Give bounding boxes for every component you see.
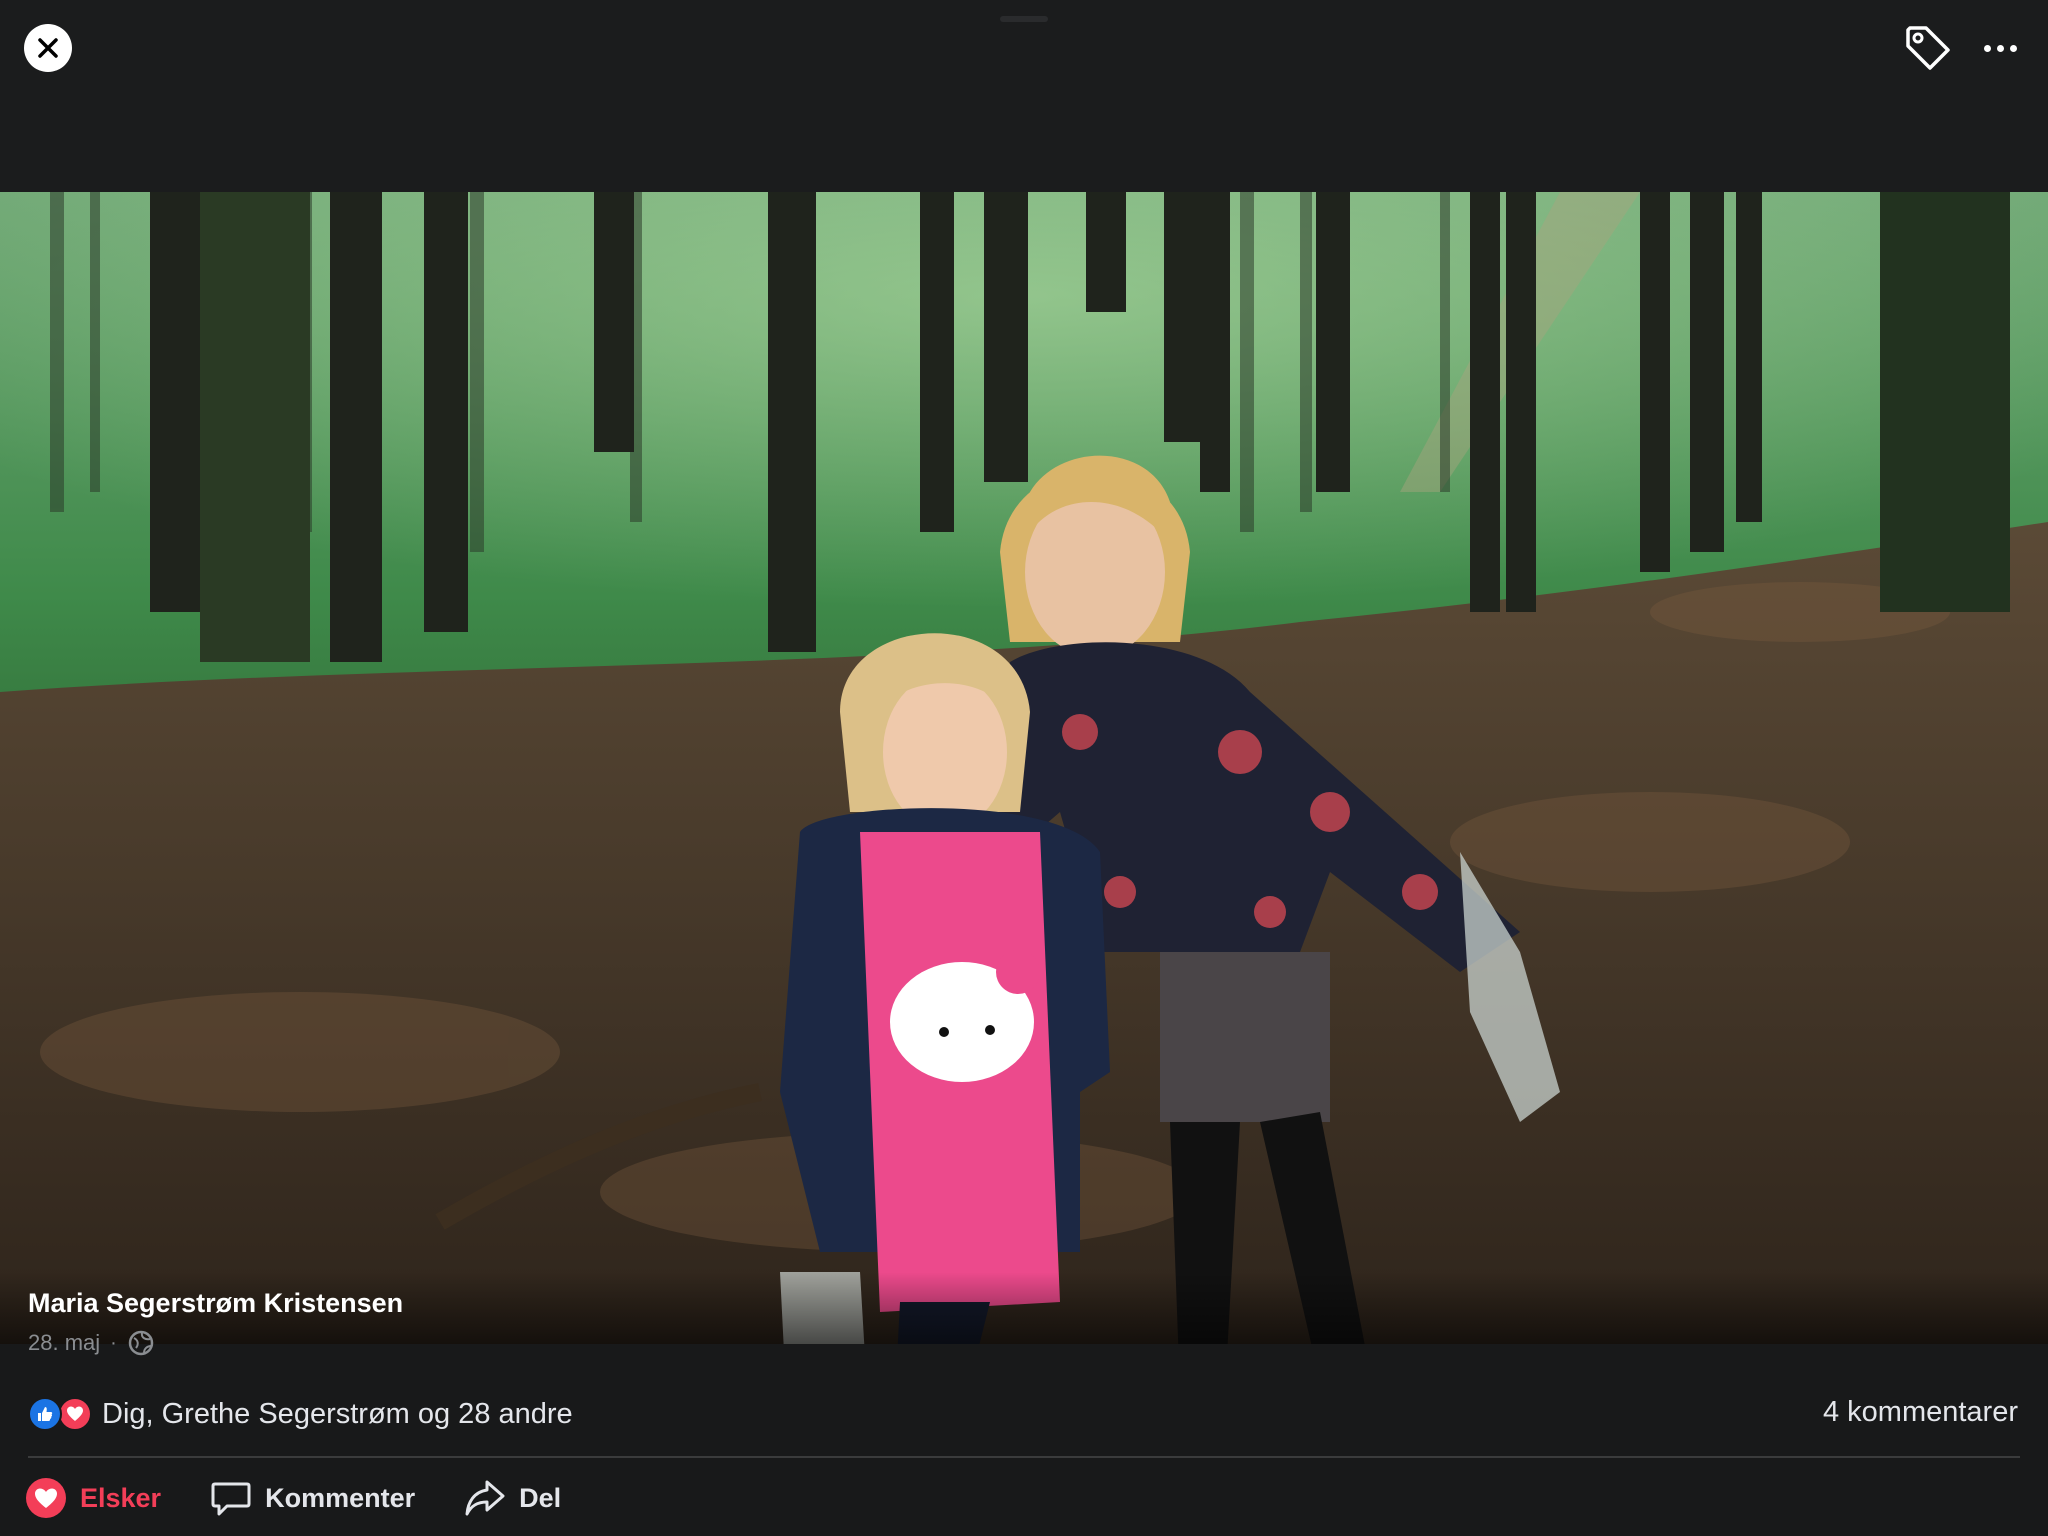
post-photo[interactable] (0, 192, 2048, 1344)
comments-count-link[interactable]: 4 kommentarer (1823, 1396, 2018, 1429)
globe-icon[interactable] (127, 1329, 155, 1357)
heart-icon (24, 1476, 68, 1520)
more-horizontal-icon (1983, 44, 1991, 52)
post-author-name[interactable]: Maria Segerstrøm Kristensen (28, 1288, 403, 1319)
close-button[interactable] (24, 24, 72, 72)
love-reaction-button[interactable]: Elsker (24, 1476, 161, 1520)
share-label: Del (519, 1482, 562, 1513)
post-actions: Elsker Kommenter Del (24, 1470, 609, 1526)
like-icon (28, 1397, 62, 1431)
more-options-button[interactable] (1972, 24, 2028, 72)
reactions-text: Dig, Grethe Segerstrøm og 28 andre (102, 1397, 573, 1430)
share-icon (463, 1476, 507, 1520)
viewer-header (0, 0, 2048, 192)
share-button[interactable]: Del (463, 1476, 561, 1520)
post-meta: 28. maj · (28, 1328, 155, 1358)
forest-photo-image (0, 192, 2048, 1344)
reactions-summary[interactable]: Dig, Grethe Segerstrøm og 28 andre (28, 1392, 573, 1436)
comment-icon (209, 1476, 253, 1520)
tag-icon (1906, 26, 1950, 70)
meta-separator: · (110, 1331, 117, 1354)
love-label: Elsker (80, 1482, 162, 1513)
reaction-icons (28, 1397, 92, 1431)
comment-label: Kommenter (265, 1482, 416, 1513)
comment-button[interactable]: Kommenter (209, 1476, 415, 1520)
drag-handle[interactable] (1000, 16, 1048, 22)
love-icon (58, 1397, 92, 1431)
close-icon (38, 38, 58, 58)
action-divider (28, 1456, 2020, 1458)
post-date[interactable]: 28. maj (28, 1330, 100, 1356)
tag-button[interactable] (1900, 20, 1956, 76)
